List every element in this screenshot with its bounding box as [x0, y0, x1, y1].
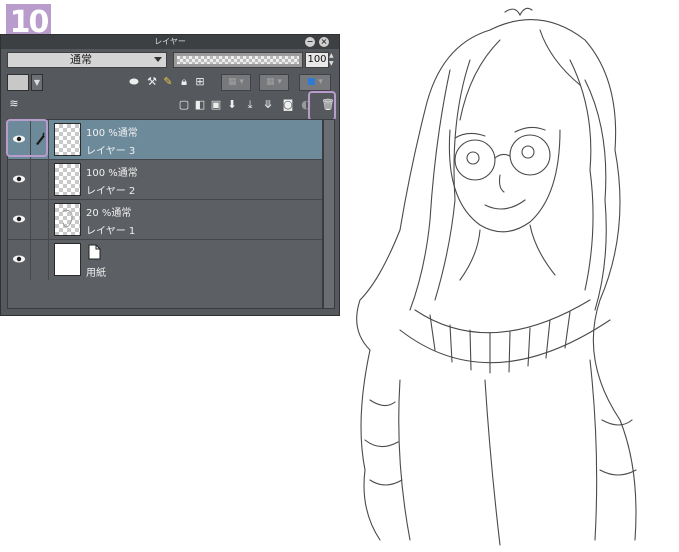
layer-list: 100 %通常 レイヤー 3 100 %通常 レイヤー 2 20 %通常 レイヤ…	[7, 119, 323, 309]
column-divider	[48, 160, 49, 200]
layer-blend-info: 20 %通常	[86, 208, 132, 219]
layer-stack-icon[interactable]: ≋	[7, 97, 21, 111]
layer-panel-title: レイヤー	[154, 37, 186, 46]
column-divider	[48, 120, 49, 160]
merge-down-icon[interactable]: ⤓	[243, 98, 257, 112]
layer-list-scrollbar[interactable]	[323, 119, 335, 309]
page-icon	[88, 244, 101, 260]
line-art-illustration	[356, 7, 637, 546]
mask-icon[interactable]: ⬬	[127, 75, 141, 89]
paper-thumbnail	[54, 243, 81, 276]
layer-row-paper[interactable]: 用紙	[8, 240, 322, 286]
delete-layer-highlight	[308, 91, 336, 121]
column-divider	[30, 240, 31, 280]
layer-blend-info: 100 %通常	[86, 128, 138, 139]
chevron-down-icon	[154, 57, 162, 62]
layer-panel: レイヤー − × 通常 100 ▲ ▼ ▼ ⬬ ⚒ ✎ 🔒︎ ⊞ ▦ ▾ ▦ ▾ …	[0, 34, 340, 316]
new-raster-layer-icon[interactable]: ▢	[177, 98, 191, 112]
blend-mode-select[interactable]: 通常	[7, 52, 167, 68]
swatch-dropdown-icon[interactable]: ▼	[31, 74, 43, 91]
new-folder-icon[interactable]: ▣	[209, 98, 223, 112]
column-divider	[30, 200, 31, 240]
layer-row-3[interactable]: 100 %通常 レイヤー 3	[8, 120, 322, 160]
layer-panel-titlebar[interactable]: レイヤー − ×	[1, 35, 339, 49]
lock-icon[interactable]: 🔒︎	[177, 75, 191, 89]
layer-thumbnail	[54, 123, 81, 156]
visibility-highlight	[6, 119, 48, 157]
layer-row-1[interactable]: 20 %通常 レイヤー 1	[8, 200, 322, 240]
layer-name: レイヤー 2	[86, 186, 136, 197]
clipping-button[interactable]: ▦ ▾	[221, 74, 251, 91]
eye-icon[interactable]	[12, 212, 26, 226]
new-vector-layer-icon[interactable]: ◧	[193, 98, 207, 112]
opacity-spinner[interactable]: ▲ ▼	[329, 52, 337, 68]
eye-icon[interactable]	[12, 252, 26, 266]
opacity-input[interactable]: 100	[305, 52, 329, 68]
sketch-thumbnail-icon	[62, 209, 73, 228]
layer-blend-info: 100 %通常	[86, 168, 138, 179]
layer-thumbnail	[54, 163, 81, 196]
ruler-icon[interactable]: ⚒	[145, 75, 159, 89]
column-divider	[30, 160, 31, 200]
layer-mask-icon[interactable]: ◙	[281, 98, 295, 112]
layer-color-swatch[interactable]	[7, 74, 29, 91]
layer-thumbnail	[54, 203, 81, 236]
layer-name: 用紙	[86, 268, 106, 279]
merge-visible-icon[interactable]: ⤋	[261, 98, 275, 112]
layer-name: レイヤー 1	[86, 226, 136, 237]
opacity-slider[interactable]	[173, 52, 303, 68]
column-divider	[48, 200, 49, 240]
transfer-down-icon[interactable]: ⬇	[225, 98, 239, 112]
column-divider	[48, 240, 49, 280]
eye-icon[interactable]	[12, 172, 26, 186]
draft-layer-button[interactable]: ▦ ▾	[259, 74, 289, 91]
lock-transparent-icon[interactable]: ⊞	[193, 75, 207, 89]
blend-mode-value: 通常	[70, 53, 92, 66]
close-icon[interactable]: ×	[319, 37, 329, 47]
reference-pencil-icon[interactable]: ✎	[161, 75, 175, 89]
layer-row-2[interactable]: 100 %通常 レイヤー 2	[8, 160, 322, 200]
opacity-slider-track	[177, 56, 299, 64]
minimize-icon[interactable]: −	[305, 37, 315, 47]
layer-name: レイヤー 3	[86, 146, 136, 157]
layer-color-button[interactable]: ■ ▾	[299, 74, 331, 91]
